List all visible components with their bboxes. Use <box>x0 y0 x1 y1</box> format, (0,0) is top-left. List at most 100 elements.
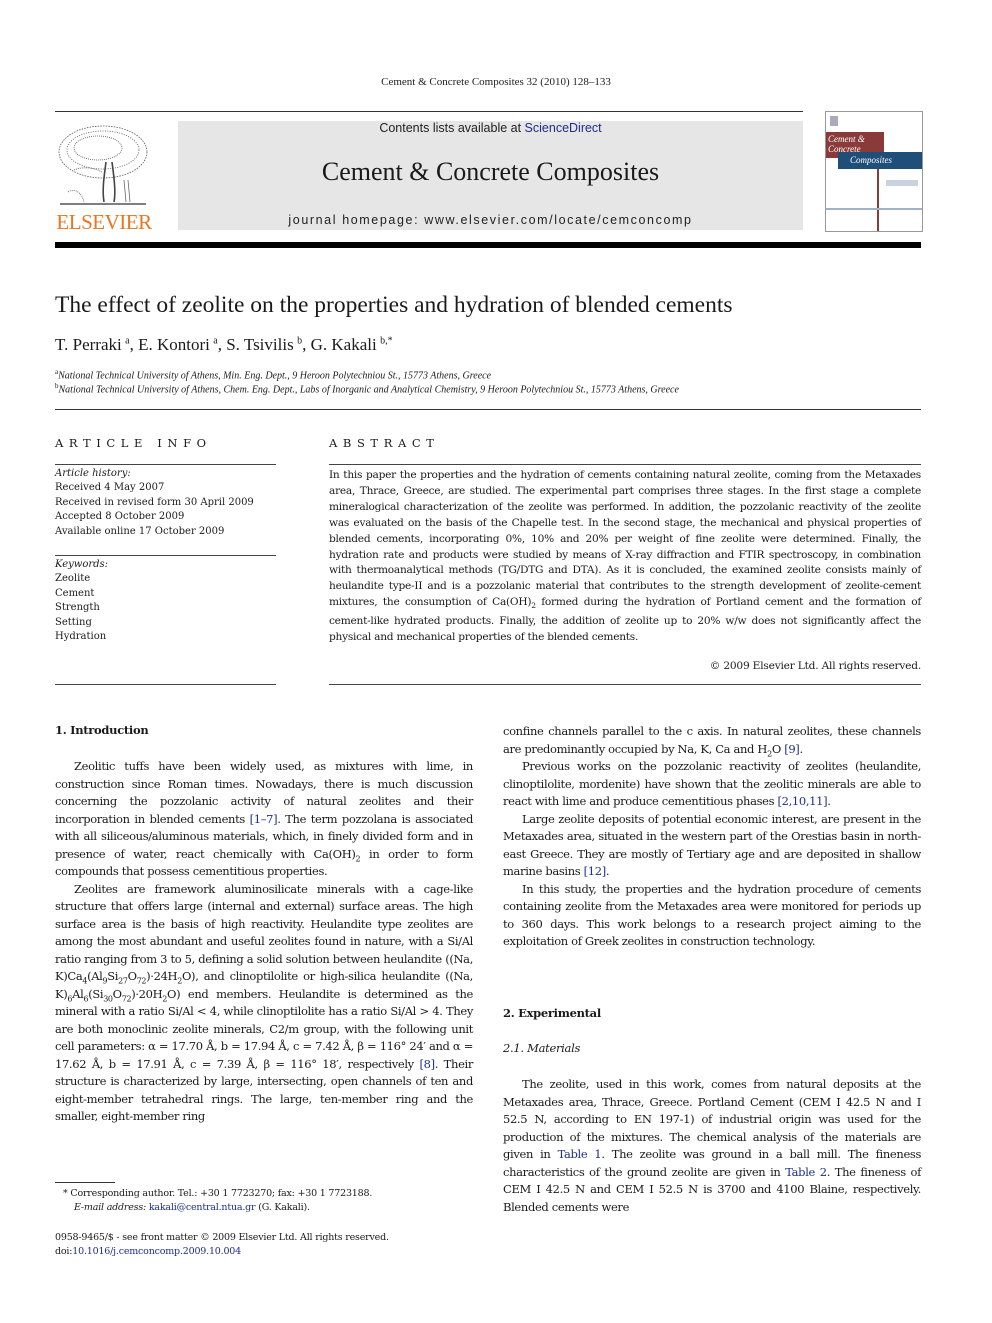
paragraph: Zeolites are framework aluminosilicate m… <box>55 881 473 1126</box>
running-head: Cement & Concrete Composites 32 (2010) 1… <box>381 76 611 88</box>
text: Si <box>107 969 119 983</box>
contents-line: Contents lists available at ScienceDirec… <box>178 121 803 136</box>
history-item: Received 4 May 2007 <box>55 482 165 494</box>
article-info-heading: ARTICLE INFO <box>55 436 212 450</box>
subscript: 30 <box>103 993 113 1003</box>
paragraph: Previous works on the pozzolanic reactiv… <box>503 758 921 811</box>
right-column-body: confine channels parallel to the c axis.… <box>503 723 921 951</box>
cover-imprint <box>886 180 918 186</box>
citation-link[interactable]: [2,10,11] <box>777 794 827 808</box>
abstract-text: In this paper the properties and the hyd… <box>329 468 921 646</box>
table-link[interactable]: Table 1 <box>558 1147 602 1161</box>
subscript: 72 <box>136 976 147 986</box>
text: confine channels parallel to the c axis.… <box>503 724 921 756</box>
text: Zeolites are framework aluminosilicate m… <box>55 881 473 984</box>
left-column-body: Zeolitic tuffs have been widely used, as… <box>55 758 473 1126</box>
affiliation-b: bNational Technical University of Athens… <box>55 382 679 395</box>
keyword: Strength <box>55 602 100 614</box>
subsection-heading-materials: 2.1. Materials <box>503 1041 581 1055</box>
history-label: Article history: <box>55 468 131 479</box>
affiliation-text: National Technical University of Athens,… <box>58 370 492 382</box>
sciencedirect-link[interactable]: ScienceDirect <box>525 121 602 135</box>
subscript: 27 <box>118 976 128 986</box>
author[interactable]: S. Tsivilis <box>226 335 293 354</box>
elsevier-tree-logo-icon <box>58 125 148 205</box>
footnote-rule <box>55 1182 115 1183</box>
author[interactable]: T. Perraki <box>55 335 122 354</box>
text: Al <box>72 986 84 1001</box>
abstract-rule <box>329 464 921 465</box>
history-item: Available online 17 October 2009 <box>55 525 225 537</box>
email-link[interactable]: kakali@central.ntua.gr <box>149 1202 256 1213</box>
header-thick-rule <box>55 242 921 248</box>
materials-paragraph: The zeolite, used in this work, comes fr… <box>503 1076 921 1216</box>
keywords-label: Keywords: <box>55 559 109 570</box>
journal-cover-thumbnail[interactable]: Cement & Concrete Composites <box>825 111 923 232</box>
paragraph-continued: confine channels parallel to the c axis.… <box>503 723 921 758</box>
article-info-bottom-rule <box>55 684 276 685</box>
text: O <box>771 741 785 756</box>
article-history: Article history: Received 4 May 2007 Rec… <box>55 467 276 539</box>
keyword: Hydration <box>55 631 107 643</box>
history-item: Accepted 8 October 2009 <box>55 511 185 523</box>
keywords: Keywords: Zeolite Cement Strength Settin… <box>55 558 276 644</box>
email-label: E-mail address: <box>74 1202 149 1213</box>
abstract-text-part: In this paper the properties and the hyd… <box>329 469 921 609</box>
keyword: Setting <box>55 616 92 628</box>
text: O <box>112 986 122 1001</box>
text: (Al <box>87 969 103 983</box>
affiliation-text: National Technical University of Athens,… <box>58 384 679 396</box>
affiliation-a: aNational Technical University of Athens… <box>55 368 491 381</box>
keyword: Zeolite <box>55 573 91 585</box>
text: )·24H <box>146 969 178 983</box>
citation-link[interactable]: [12] <box>584 864 607 878</box>
journal-homepage[interactable]: journal homepage: www.elsevier.com/locat… <box>178 213 803 227</box>
cover-horizontal-line <box>826 208 922 210</box>
author-affil-sup: a <box>213 335 218 347</box>
paragraph: Zeolitic tuffs have been widely used, as… <box>55 758 473 881</box>
paragraph: The zeolite, used in this work, comes fr… <box>503 1076 921 1216</box>
cover-vertical-line <box>877 169 879 231</box>
abstract-copyright: © 2009 Elsevier Ltd. All rights reserved… <box>709 660 921 672</box>
author-list: T. Perraki a, E. Kontori a, S. Tsivilis … <box>55 335 393 354</box>
citation-link[interactable]: [9] <box>784 742 800 756</box>
subscript: 72 <box>121 993 132 1003</box>
abstract-bottom-rule <box>329 684 921 685</box>
author-affil-sup: a <box>125 335 130 347</box>
journal-banner: Contents lists available at ScienceDirec… <box>178 121 803 230</box>
paragraph: Large zeolite deposits of potential econ… <box>503 811 921 881</box>
cover-title-blue-block: Composites <box>838 152 922 169</box>
abstract-heading: ABSTRACT <box>329 436 440 450</box>
issn-note: 0958-9465/$ - see front matter © 2009 El… <box>55 1232 389 1243</box>
journal-title[interactable]: Cement & Concrete Composites <box>178 157 803 187</box>
text: O <box>127 969 137 983</box>
cover-publisher-mark <box>830 116 838 126</box>
author[interactable]: E. Kontori <box>138 335 210 354</box>
doi-note: doi:10.1016/j.cemconcomp.2009.10.004 <box>55 1245 241 1259</box>
corresponding-author-note: * Corresponding author. Tel.: +30 1 7723… <box>63 1188 373 1199</box>
doi-link[interactable]: 10.1016/j.cemconcomp.2009.10.004 <box>72 1246 241 1257</box>
citation-link[interactable]: [1–7] <box>250 812 278 826</box>
section-heading-introduction: 1. Introduction <box>55 723 149 737</box>
section-heading-experimental: 2. Experimental <box>503 1006 601 1020</box>
cover-line-1: Cement & <box>828 134 865 144</box>
text: . <box>605 864 610 878</box>
header-rule <box>55 111 803 112</box>
author[interactable]: G. Kakali <box>311 335 377 354</box>
citation-link[interactable]: [8] <box>419 1057 435 1071</box>
elsevier-logo[interactable]: ELSEVIER <box>52 120 156 234</box>
keyword: Cement <box>55 587 95 599</box>
text: Previous works on the pozzolanic reactiv… <box>503 759 921 808</box>
paragraph: In this study, the properties and the hy… <box>503 881 921 949</box>
text: )·20H <box>131 986 163 1001</box>
text: . <box>799 741 803 756</box>
doi-label: doi: <box>55 1246 73 1257</box>
article-info-rule <box>55 464 276 465</box>
elsevier-wordmark: ELSEVIER <box>56 210 152 234</box>
text: (Si <box>88 986 104 1001</box>
email-suffix: (G. Kakali). <box>255 1202 310 1213</box>
author-affil-sup: b <box>297 335 303 347</box>
history-item: Received in revised form 30 April 2009 <box>55 496 254 508</box>
paper-title: The effect of zeolite on the properties … <box>55 292 733 318</box>
table-link[interactable]: Table 2 <box>785 1165 827 1179</box>
